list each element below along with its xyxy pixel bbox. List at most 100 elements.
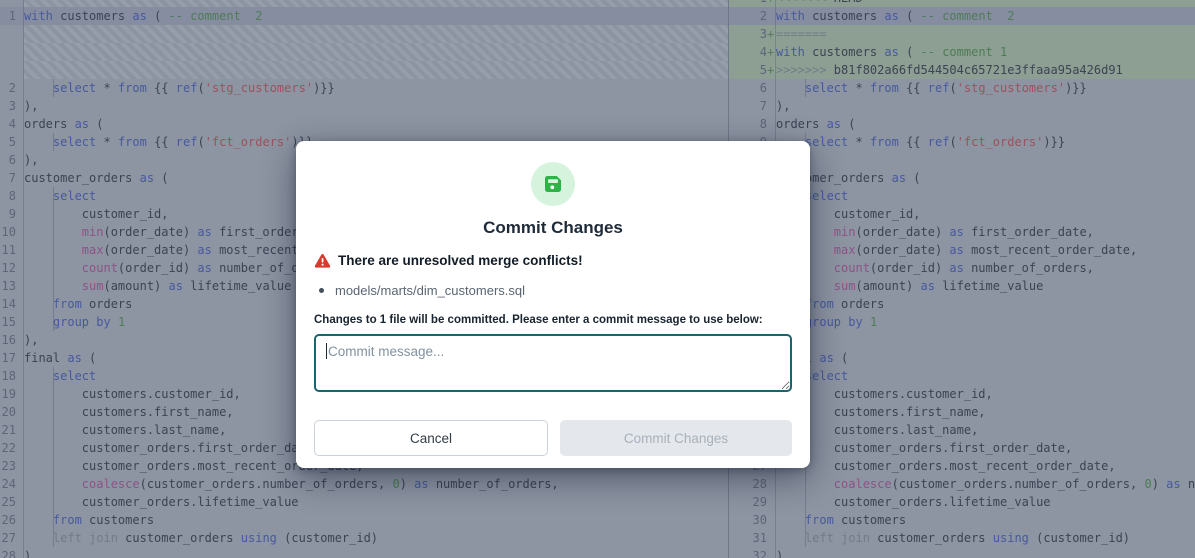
code-text: from customers [24,511,728,529]
code-text: max(order_date) as most_recent_order_dat… [776,241,1195,259]
line-number: 14 [0,295,16,313]
cancel-button[interactable]: Cancel [314,420,548,456]
code-text: customer_orders.lifetime_value [776,493,1195,511]
code-line: 30 from customers [729,511,1195,529]
code-text: count(order_id) as number_of_orders, [776,259,1195,277]
indent-guide [53,205,54,223]
code-line: 28) [0,547,728,558]
code-line: 29 customer_orders.lifetime_value [729,493,1195,511]
code-text: coalesce(customer_orders.number_of_order… [24,475,728,493]
diff-add-marker [16,133,24,151]
indent-guide [805,511,806,529]
code-text: ======= [776,25,1195,43]
indent-guide [53,259,54,277]
diff-add-marker [16,61,24,79]
indent-guide [53,475,54,493]
line-number: 7 [0,169,16,187]
diff-add-marker [16,277,24,295]
line-number: 25 [0,493,16,511]
code-line: 6 select * from {{ ref('stg_customers')}… [729,79,1195,97]
code-text: with customers as ( -- comment 1 [776,43,1195,61]
code-text: customer_orders.most_recent_order_date, [776,457,1195,475]
code-line: 27 left join customer_orders using (cust… [0,529,728,547]
code-text: sum(amount) as lifetime_value [776,277,1195,295]
diff-add-marker [767,79,776,97]
code-text: with customers as ( -- comment 2 [24,7,728,25]
line-number: 8 [729,115,767,133]
diff-add-marker [16,349,24,367]
diff-add-marker [16,0,24,7]
text-caret [326,343,327,359]
diff-add-marker [16,7,24,25]
code-line: 3+======= [729,25,1195,43]
code-text: customer_id, [776,205,1195,223]
code-text: customer_orders.first_order_date, [776,439,1195,457]
indent-guide [53,277,54,295]
diff-add-marker [767,493,776,511]
commit-message-input[interactable] [314,334,792,392]
diff-add-marker [16,187,24,205]
line-number [0,43,16,61]
diff-add-marker: + [767,43,776,61]
diff-add-marker [16,493,24,511]
diff-add-marker [16,205,24,223]
diff-add-marker [16,385,24,403]
indent-guide [53,403,54,421]
diff-add-marker [16,403,24,421]
diff-spacer-row [0,61,728,79]
line-number: 9 [0,205,16,223]
code-line: 25 customer_orders.lifetime_value [0,493,728,511]
code-text [24,25,728,43]
diff-add-marker [16,313,24,331]
code-text: select * from {{ ref('stg_customers')}} [24,79,728,97]
code-text: ), [776,97,1195,115]
line-number: 30 [729,511,767,529]
save-icon [531,162,575,206]
code-text: customers.customer_id, [776,385,1195,403]
line-number: 6 [0,151,16,169]
code-line: 5+>>>>>>> b81f802a66fd544504c65721e3ffaa… [729,61,1195,79]
indent-guide [53,511,54,529]
indent-guide [53,79,54,97]
code-text: final as ( [776,349,1195,367]
code-line: 24 coalesce(customer_orders.number_of_or… [0,475,728,493]
code-text [24,61,728,79]
diff-add-marker [16,511,24,529]
code-text: select * from {{ ref('stg_customers')}} [776,79,1195,97]
line-number [0,25,16,43]
code-line: 4orders as ( [0,115,728,133]
code-text: min(order_date) as first_order_date, [776,223,1195,241]
code-line: 4+with customers as ( -- comment 1 [729,43,1195,61]
code-text: select [776,367,1195,385]
line-number: 24 [0,475,16,493]
indent-guide [53,133,54,151]
code-text: >>>>>>> b81f802a66fd544504c65721e3ffaaa9… [776,61,1195,79]
line-number: 5 [0,133,16,151]
code-text: ), [776,331,1195,349]
line-number: 26 [0,511,16,529]
commit-changes-button[interactable]: Commit Changes [560,420,792,456]
modal-buttons: Cancel Commit Changes [314,420,792,456]
indent-guide [53,457,54,475]
line-number: 19 [0,385,16,403]
line-number: 29 [729,493,767,511]
code-text: coalesce(customer_orders.number_of_order… [776,475,1195,493]
diff-add-marker [767,547,776,558]
indent-guide [53,439,54,457]
indent-guide [53,421,54,439]
diff-add-marker [16,367,24,385]
indent-guide [53,295,54,313]
code-text [24,0,728,7]
code-text: customer_orders as ( [776,169,1195,187]
code-line: 8orders as ( [729,115,1195,133]
indent-guide [805,79,806,97]
diff-spacer-row [0,43,728,61]
indent-guide [805,529,806,547]
code-line: 3), [0,97,728,115]
code-line: 31 left join customer_orders using (cust… [729,529,1195,547]
code-line: 2with customers as ( -- comment 2 [729,7,1195,25]
conflict-file-item: models/marts/dim_customers.sql [314,282,792,299]
line-number: 18 [0,367,16,385]
merge-conflict-warning: There are unresolved merge conflicts! [314,252,792,269]
code-text: ) [24,547,728,558]
